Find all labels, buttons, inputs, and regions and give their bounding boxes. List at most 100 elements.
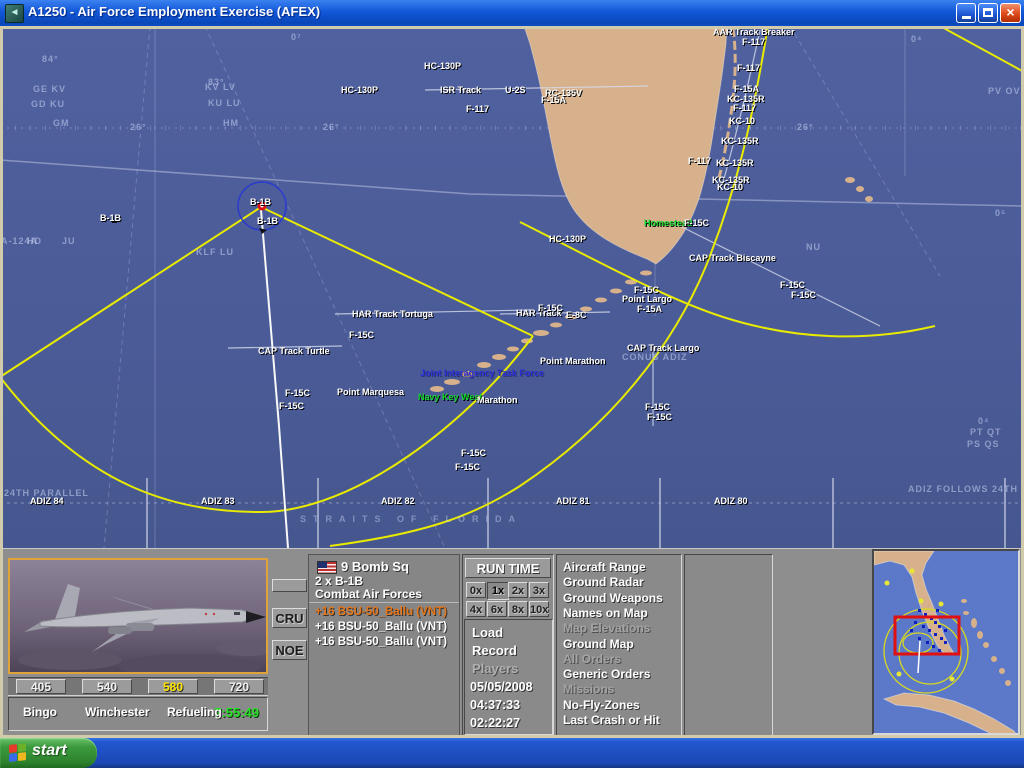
runtime-speed-4x[interactable]: 4x — [466, 601, 486, 617]
map-label-point-largo: Point Largo — [622, 294, 672, 304]
orders-menu: Aircraft RangeGround Radar Ground Weapons… — [556, 554, 682, 736]
order-item-ground-map[interactable]: Ground Map — [563, 637, 634, 651]
fuel-label-refueling: Refueling — [167, 705, 222, 719]
minimap[interactable] — [872, 549, 1020, 735]
map-label-f-15c[interactable]: F-15C — [455, 462, 480, 472]
fuel-label-winchester: Winchester — [85, 705, 150, 719]
minimize-button[interactable] — [956, 3, 976, 23]
map-grid-label: 0⁵ — [995, 208, 1006, 218]
weapon-line[interactable]: +16 BSU-50_Ballu (VNT) — [315, 606, 447, 618]
order-item-last-crash-or-hit[interactable]: Last Crash or Hit — [563, 713, 660, 727]
map-label-f-15c[interactable]: F-15C — [279, 401, 304, 411]
map-label-kc-10[interactable]: KC-10 — [729, 116, 755, 126]
maximize-button[interactable] — [978, 3, 998, 23]
selected-unit-marker[interactable] — [112, 182, 286, 234]
runtime-title: RUN TIME — [465, 558, 551, 578]
map-label-adiz-82: ADIZ 82 — [381, 496, 415, 506]
map-label-f-15c[interactable]: F-15C — [285, 388, 310, 398]
runtime-speed-3x[interactable]: 3x — [529, 582, 549, 598]
fuel-status-bar: 7:55:49 BingoWinchesterRefueling — [8, 697, 268, 731]
unit-header: 9 Bomb Sq 2 x B-1B Combat Air Forces — [309, 555, 459, 603]
map-label-f-117[interactable]: F-117 — [466, 104, 489, 114]
map-label-kc-10[interactable]: KC-10 — [717, 182, 743, 192]
runtime-speed-0x[interactable]: 0x — [466, 582, 486, 598]
titlebar[interactable]: ◄ A1250 - Air Force Employment Exercise … — [0, 0, 1024, 26]
runtime-speed-6x[interactable]: 6x — [487, 601, 507, 617]
map-label-f-15a[interactable]: F-15A — [541, 95, 566, 105]
weapon-line[interactable]: +16 BSU-50_Ballu (VNT) — [315, 636, 447, 648]
map-label-f-15a[interactable]: F-15A — [637, 304, 662, 314]
close-button[interactable]: × — [1000, 3, 1021, 23]
runtime-speed-1x[interactable]: 1x — [487, 582, 509, 600]
map-label-hc-130p[interactable]: HC-130P — [549, 234, 586, 244]
map-label-marathon: Marathon — [477, 395, 518, 405]
runtime-record-button[interactable]: Record — [472, 643, 517, 658]
map-label-adiz-81: ADIZ 81 — [556, 496, 590, 506]
map-label-f-15c[interactable]: F-15C — [780, 280, 805, 290]
map-label-u-2s[interactable]: U-2S — [505, 85, 526, 95]
map-label-adiz-80: ADIZ 80 — [714, 496, 748, 506]
empty-panel — [684, 554, 773, 736]
map-label-f-15c[interactable]: F-15C — [647, 412, 672, 422]
map-label-f-15c[interactable]: F-15C — [461, 448, 486, 458]
runtime-elapsed: 04:37:33 — [470, 698, 520, 712]
speed-button-405[interactable]: 405 — [16, 679, 66, 694]
map-label-f-117[interactable]: F-117 — [733, 103, 756, 113]
aircraft-photo — [8, 558, 268, 674]
mode-button-cru[interactable]: CRU — [272, 608, 307, 628]
map-label-f-117[interactable]: F-117 — [688, 156, 711, 166]
map-label-point-marathon: Point Marathon — [540, 356, 606, 366]
map-grid-label: GM — [53, 118, 70, 128]
order-item-generic-orders[interactable]: Generic Orders — [563, 667, 650, 681]
map-label-b-1b[interactable]: B-1B — [250, 197, 271, 207]
order-item-ground-weapons[interactable]: Ground Weapons — [563, 591, 663, 605]
map-grid-label: KLF LU — [196, 247, 234, 257]
map-label-f-117[interactable]: F-117 — [737, 63, 760, 73]
map-label-f-15c[interactable]: F-15C — [349, 330, 374, 340]
map-label-hc-130p[interactable]: HC-130P — [341, 85, 378, 95]
order-item-missions: Missions — [563, 682, 614, 696]
speed-button-580[interactable]: 580 — [148, 679, 198, 694]
mode-button-noe[interactable]: NOE — [272, 640, 307, 660]
map-label-kc-135r[interactable]: KC-135R — [716, 158, 754, 168]
runtime-load-button[interactable]: Load — [472, 625, 503, 640]
map-label-e-8c[interactable]: E-8C — [566, 310, 587, 320]
speed-button-720[interactable]: 720 — [214, 679, 264, 694]
speed-button-540[interactable]: 540 — [82, 679, 132, 694]
map-grid-label: 24TH PARALLEL — [4, 488, 89, 498]
map-grid-label: 0⁴ — [978, 416, 989, 426]
map-grid-label: GD KU — [31, 99, 65, 109]
runtime-players-button: Players — [472, 661, 518, 676]
map-grid-label: ADIZ FOLLOWS 24TH PAR — [908, 484, 1024, 494]
map-label-f-15c[interactable]: F-15C — [791, 290, 816, 300]
runtime-remaining: 02:22:27 — [470, 716, 520, 730]
map-label-b-1b[interactable]: B-1B — [257, 216, 278, 226]
order-item-aircraft-range[interactable]: Aircraft Range — [563, 560, 646, 574]
map-label-b-1b[interactable]: B-1B — [100, 213, 121, 223]
runtime-info: LoadRecordPlayers05/05/200804:37:3302:22… — [464, 619, 553, 735]
map-label-cap-track-turtle: CAP Track Turtle — [258, 346, 330, 356]
map-label-f-15c[interactable]: F-15C — [538, 303, 563, 313]
map-grid-label: HM — [223, 118, 239, 128]
order-item-no-fly-zones[interactable]: No-Fly-Zones — [563, 698, 640, 712]
map-label-f-117[interactable]: F-117 — [742, 37, 765, 47]
frame-left — [0, 26, 3, 735]
map-label-f-15a[interactable]: F-15A — [734, 84, 759, 94]
weapon-line[interactable]: +16 BSU-50_Ballu (VNT) — [315, 621, 447, 633]
map-grid-label: PT QT — [970, 427, 1002, 437]
tactical-map[interactable]: AAR Track BreakerF-117F-117F-15AKC-135RF… — [0, 26, 1024, 548]
speed-buttons-row: 405 540 580 720 — [8, 677, 268, 696]
map-label-hc-130p[interactable]: HC-130P — [424, 61, 461, 71]
map-label-f-15c[interactable]: F-15C — [645, 402, 670, 412]
map-label-kc-135r[interactable]: KC-135R — [721, 136, 759, 146]
map-label-f-15c[interactable]: F-15C — [684, 218, 709, 228]
order-item-ground-radar[interactable]: Ground Radar — [563, 575, 644, 589]
order-item-names-on-map[interactable]: Names on Map — [563, 606, 648, 620]
runtime-speed-2x[interactable]: 2x — [508, 582, 528, 598]
runtime-speed-10x[interactable]: 10x — [529, 601, 549, 617]
runtime-speed-8x[interactable]: 8x — [508, 601, 528, 617]
start-button[interactable]: start — [0, 738, 97, 768]
map-grid-label: 0⁷ — [291, 32, 302, 42]
map-grid-label: 0⁴ — [911, 34, 922, 44]
weapons-list: +16 BSU-50_Ballu (VNT) +16 BSU-50_Ballu (… — [309, 603, 459, 655]
